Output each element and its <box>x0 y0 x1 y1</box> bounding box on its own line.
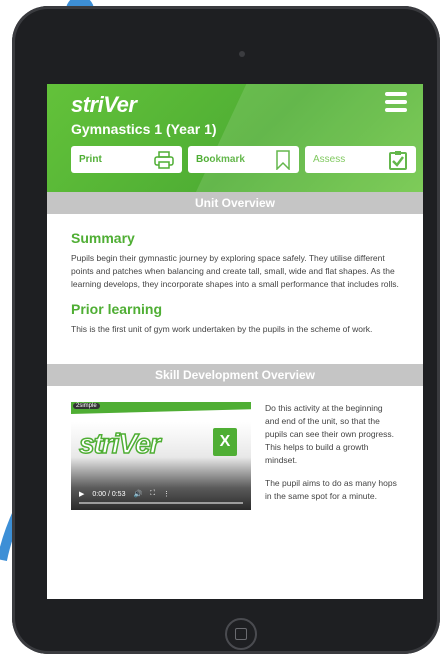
print-button[interactable]: Print <box>71 146 182 173</box>
assess-label: Assess <box>313 154 346 165</box>
play-icon[interactable]: ▶ <box>79 490 84 498</box>
skill-overview-band: Skill Development Overview <box>47 364 423 386</box>
skill-section: 2simple striVer X ▶ 0:00 / 0:53 🔊 ⛶ ⋮ Do… <box>47 386 423 513</box>
assess-button[interactable]: Assess <box>305 146 416 173</box>
unit-overview-band: Unit Overview <box>47 192 423 214</box>
unit-overview-content: Summary Pupils begin their gymnastic jou… <box>47 214 423 336</box>
video-player[interactable]: 2simple striVer X ▶ 0:00 / 0:53 🔊 ⛶ ⋮ <box>71 402 251 510</box>
prior-learning-heading: Prior learning <box>71 301 163 317</box>
action-bar: Print Bookmark Assess <box>71 146 416 173</box>
striver-logo: striVer <box>71 92 137 117</box>
page-title: Gymnastics 1 (Year 1) <box>71 121 217 137</box>
video-brand: striVer <box>78 427 161 460</box>
video-frame: striVer X ▶ 0:00 / 0:53 🔊 ⛶ ⋮ <box>71 422 251 510</box>
skill-paragraph-2: The pupil aims to do as many hops in the… <box>265 478 397 501</box>
clipboard-check-icon <box>389 150 407 170</box>
skill-description: Do this activity at the beginning and en… <box>265 402 399 513</box>
camera-icon <box>239 51 245 57</box>
summary-text: Pupils begin their gymnastic journey by … <box>71 253 399 289</box>
printer-icon <box>154 150 174 169</box>
summary-heading: Summary <box>71 230 135 246</box>
tablet-device: striVer Gymnastics 1 (Year 1) Print Book… <box>12 6 440 654</box>
video-progress-bar[interactable] <box>79 502 243 504</box>
volume-icon[interactable]: 🔊 <box>133 490 142 498</box>
more-options-icon[interactable]: ⋮ <box>163 490 170 498</box>
skill-paragraph-1: Do this activity at the beginning and en… <box>265 403 394 465</box>
home-button[interactable] <box>225 618 257 650</box>
prior-learning-text: This is the first unit of gym work under… <box>71 324 373 334</box>
bookmark-icon <box>276 149 290 170</box>
hamburger-menu-icon[interactable] <box>385 92 407 112</box>
app-header: striVer Gymnastics 1 (Year 1) Print Book… <box>47 84 423 192</box>
print-label: Print <box>79 154 102 165</box>
2simple-tag: 2simple <box>73 403 100 409</box>
bookmark-button[interactable]: Bookmark <box>188 146 299 173</box>
app-screen: striVer Gymnastics 1 (Year 1) Print Book… <box>47 84 423 599</box>
video-controls: ▶ 0:00 / 0:53 🔊 ⛶ ⋮ <box>79 490 170 498</box>
bookmark-label: Bookmark <box>196 154 245 165</box>
fullscreen-icon[interactable]: ⛶ <box>150 490 155 498</box>
video-badge: X <box>213 428 237 456</box>
video-time: 0:00 / 0:53 <box>92 490 126 498</box>
